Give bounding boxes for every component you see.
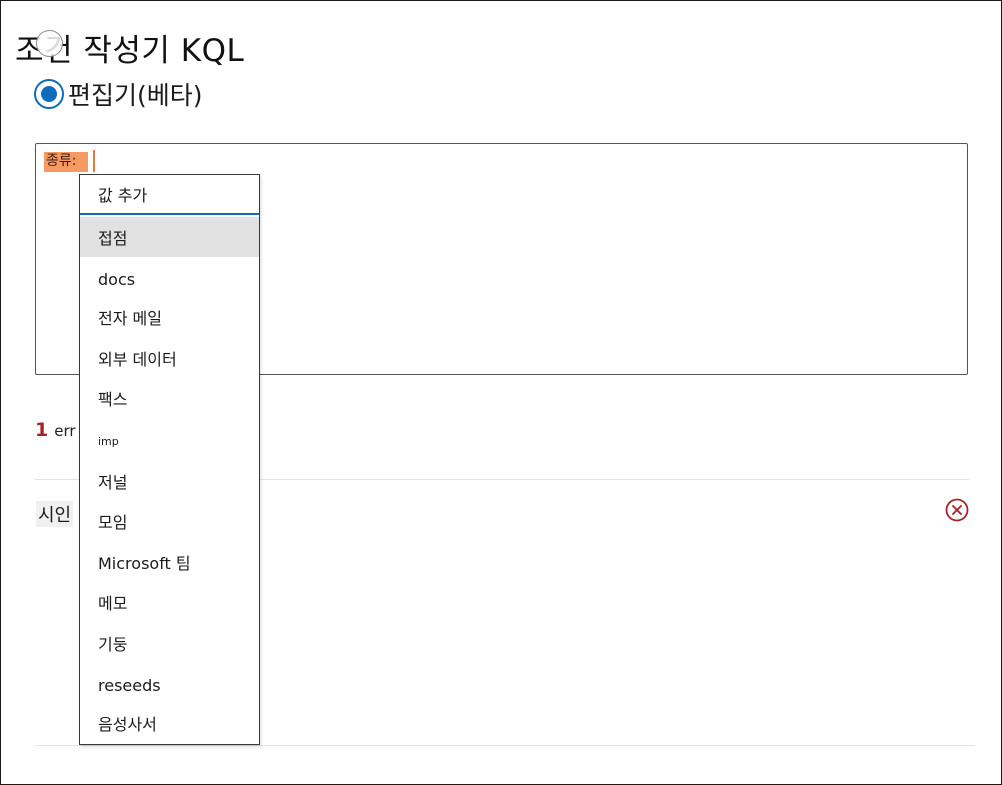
close-circle-icon[interactable] <box>945 498 969 522</box>
dropdown-item[interactable]: reseeds <box>80 665 259 705</box>
dropdown-item-label: 팩스 <box>98 390 128 409</box>
dropdown-item[interactable]: 전자 메일 <box>80 297 259 337</box>
suggestion-dropdown: 값 추가 접점 docs 전자 메일 외부 데이터 팩스 imp 저널 모임 M… <box>79 174 260 745</box>
dropdown-item[interactable]: 접점 <box>80 217 259 257</box>
dropdown-item-label: 전자 메일 <box>98 309 162 328</box>
dropdown-item-label: 접점 <box>98 229 128 248</box>
error-count: 1 <box>35 419 49 441</box>
dropdown-item-label: 외부 데이터 <box>98 350 177 369</box>
dropdown-item[interactable]: Microsoft 팀 <box>80 542 259 582</box>
radio-icon[interactable] <box>36 30 63 57</box>
dropdown-item-label: 메모 <box>98 594 128 613</box>
dropdown-item[interactable]: 모임 <box>80 501 259 541</box>
dropdown-item-label: imp <box>98 434 119 448</box>
dropdown-item-label: docs <box>98 269 136 289</box>
dropdown-item[interactable]: docs <box>80 259 259 299</box>
dropdown-item-label: reseeds <box>98 675 161 695</box>
bottom-divider <box>35 745 975 746</box>
dropdown-item[interactable]: 외부 데이터 <box>80 338 259 378</box>
editor-mode-label: 편집기(베타) <box>68 81 203 110</box>
dropdown-item[interactable]: 팩스 <box>80 378 259 418</box>
dropdown-item-label: Microsoft 팀 <box>98 554 191 573</box>
editor-radio-button[interactable] <box>34 79 64 109</box>
dropdown-item[interactable]: 음성사서 <box>80 703 259 743</box>
dropdown-item-label: 값 추가 <box>98 186 148 205</box>
error-text: err <box>54 422 76 440</box>
dropdown-item-label: 음성사서 <box>98 715 157 734</box>
radio-selected-dot-icon <box>41 86 57 102</box>
editor-mode-option[interactable]: 편집기(베타) <box>34 76 203 112</box>
dropdown-item[interactable]: 기둥 <box>80 623 259 663</box>
dropdown-item-label: 저널 <box>98 473 128 492</box>
dropdown-item[interactable]: 저널 <box>80 461 259 501</box>
kql-token[interactable]: 종류: <box>44 152 89 172</box>
dropdown-item-add-value[interactable]: 값 추가 <box>80 175 259 215</box>
dropdown-item[interactable]: imp <box>80 421 259 461</box>
text-caret <box>93 150 95 172</box>
dropdown-item[interactable]: 메모 <box>80 582 259 622</box>
dropdown-item-label: 기둥 <box>98 635 128 654</box>
dropdown-item-label: 모임 <box>98 513 128 532</box>
condition-label: 시인 <box>36 501 74 527</box>
